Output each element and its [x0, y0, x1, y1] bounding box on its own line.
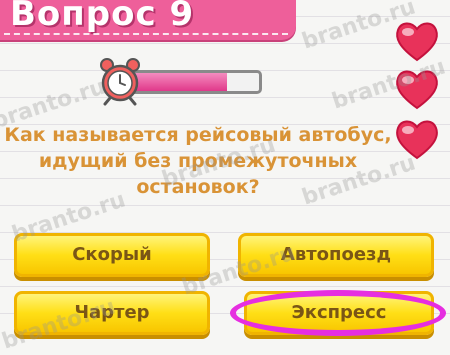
selected-answer-highlight [230, 290, 446, 336]
timer [96, 56, 266, 106]
answer-button-1[interactable]: Скорый [14, 233, 210, 277]
question-header: Вопрос 9 [0, 0, 296, 40]
question-line: Как называется рейсовый автобус, [4, 124, 392, 146]
question-title: Вопрос 9 [10, 0, 195, 34]
